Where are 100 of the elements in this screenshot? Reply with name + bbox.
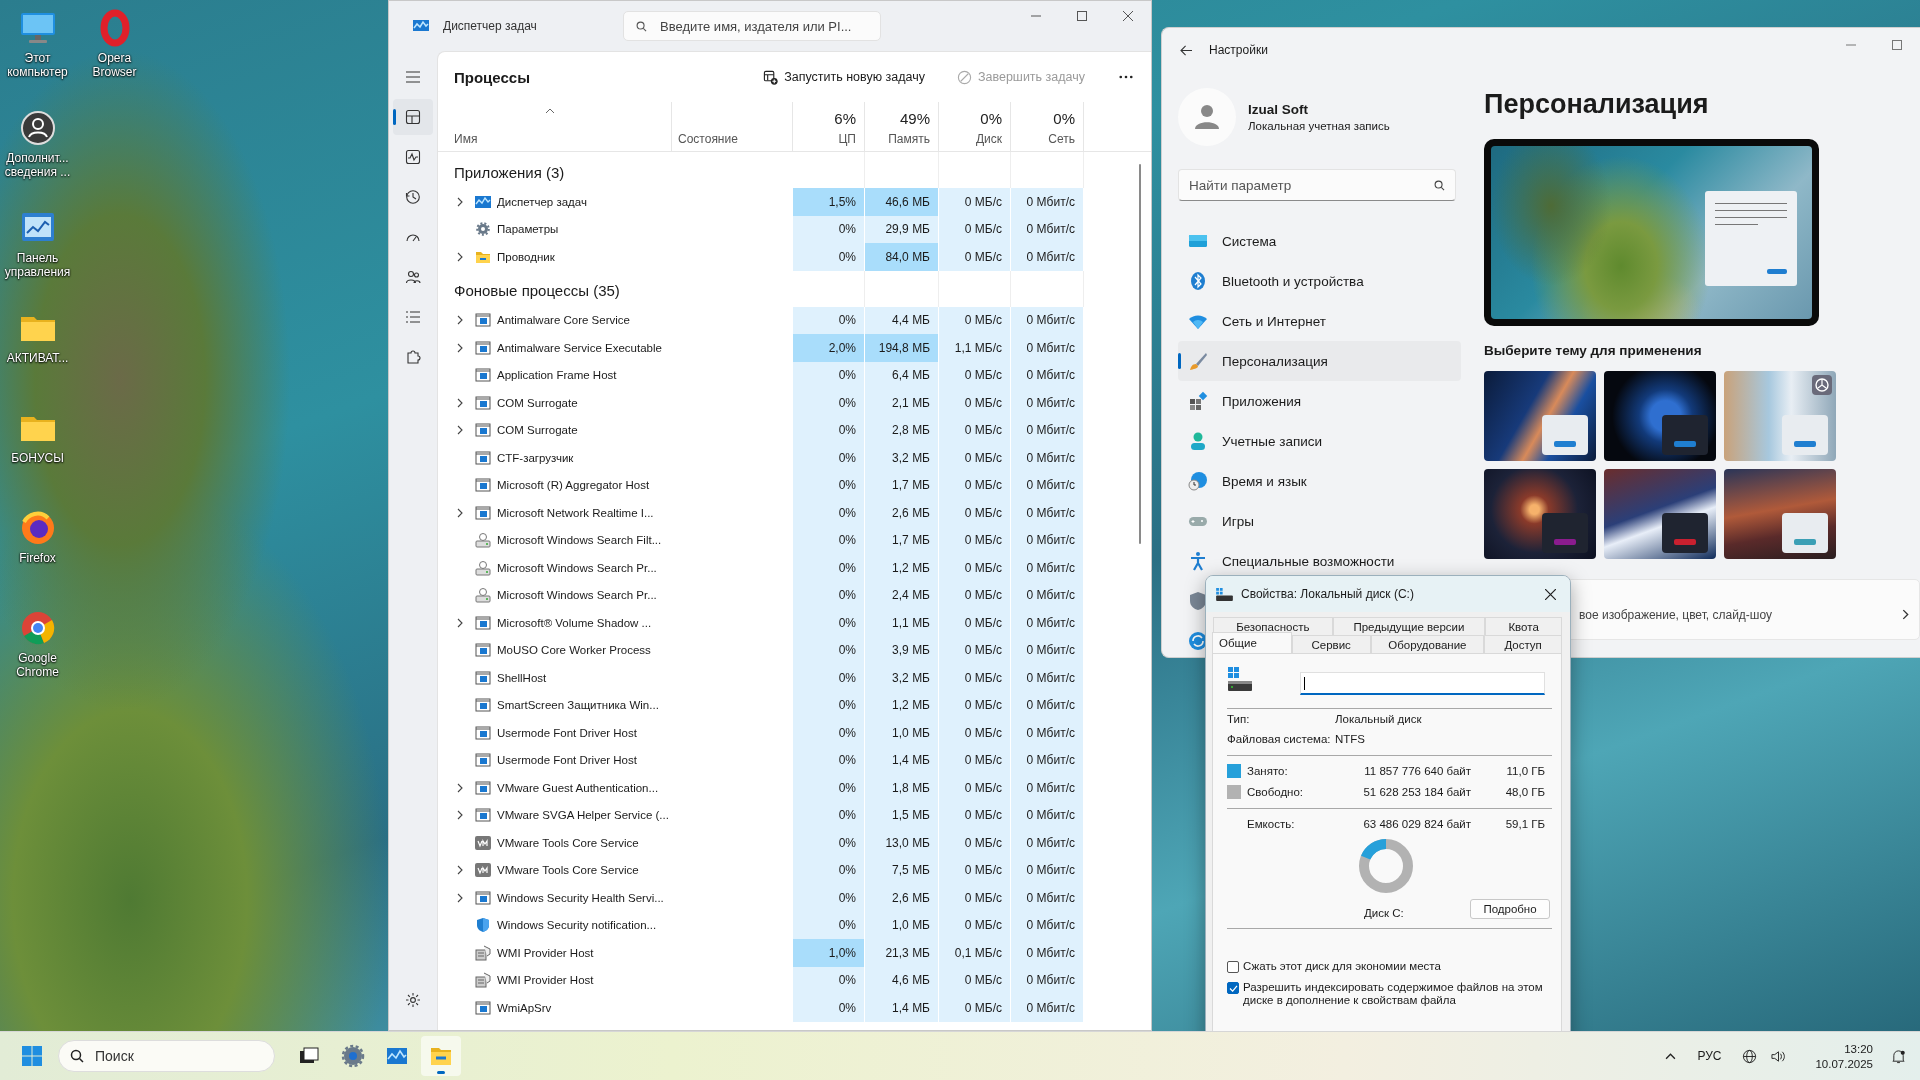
- process-name[interactable]: Antimalware Core Service: [497, 314, 630, 327]
- process-name[interactable]: VMware Guest Authentication...: [497, 781, 659, 794]
- search-field[interactable]: Найти параметр: [1178, 169, 1456, 201]
- chevron-icon[interactable]: [457, 342, 463, 353]
- nav-item[interactable]: Приложения: [1178, 381, 1461, 421]
- process-name[interactable]: Usermode Font Driver Host: [497, 754, 637, 767]
- desktop-icon-label[interactable]: Дополнит... сведения ...: [0, 151, 75, 179]
- process-name[interactable]: Параметры: [497, 223, 559, 236]
- chevron-icon[interactable]: [457, 425, 463, 436]
- desktop-icon-label[interactable]: Google Chrome: [0, 651, 75, 679]
- drive-name-field[interactable]: [1300, 672, 1545, 695]
- process-name[interactable]: WMI Provider Host: [497, 946, 594, 959]
- clock-date[interactable]: 10.07.2025: [1815, 1057, 1873, 1070]
- table-cell: 0 МБ/с: [939, 966, 1011, 994]
- nav-item[interactable]: Учетные записи: [1178, 421, 1461, 461]
- desktop-icon-label[interactable]: Opera Browser: [77, 51, 152, 79]
- processes-icon: [405, 109, 421, 125]
- new-task-icon: [763, 69, 779, 85]
- column-header[interactable]: Сеть: [1048, 132, 1075, 146]
- theme-thumbnail[interactable]: [1724, 371, 1836, 461]
- process-name[interactable]: Microsoft Network Realtime I...: [497, 506, 654, 519]
- process-name[interactable]: ShellHost: [497, 671, 547, 684]
- process-name[interactable]: Application Frame Host: [497, 369, 617, 382]
- column-header[interactable]: Диск: [975, 132, 1002, 146]
- process-name[interactable]: Проводник: [497, 250, 555, 263]
- process-name[interactable]: VMware Tools Core Service: [497, 864, 639, 877]
- process-name[interactable]: Microsoft (R) Aggregator Host: [497, 479, 650, 492]
- chevron-icon[interactable]: [457, 892, 463, 903]
- globe-icon[interactable]: [1742, 1048, 1758, 1064]
- process-name[interactable]: VMware SVGA Helper Service (...: [497, 809, 669, 822]
- chevron-icon[interactable]: [457, 865, 463, 876]
- desktop-icon-label[interactable]: АКТИВАТ...: [0, 351, 75, 365]
- theme-thumbnail[interactable]: [1724, 469, 1836, 559]
- theme-thumbnail[interactable]: [1604, 371, 1716, 461]
- process-name[interactable]: VMware Tools Core Service: [497, 836, 639, 849]
- desktop-icon-label[interactable]: Панель управления: [0, 251, 75, 279]
- process-name[interactable]: COM Surrogate: [497, 424, 578, 437]
- language-indicator[interactable]: РУС: [1697, 1049, 1722, 1063]
- details-button[interactable]: Подробно: [1470, 899, 1550, 919]
- chevron-icon[interactable]: [457, 782, 463, 793]
- tab[interactable]: Сервис: [1291, 635, 1371, 653]
- process-name[interactable]: Microsoft Windows Search Pr...: [497, 561, 657, 574]
- chevron-icon[interactable]: [457, 315, 463, 326]
- chevron-icon[interactable]: [457, 617, 463, 628]
- theme-thumbnail[interactable]: [1604, 469, 1716, 559]
- back-arrow-icon[interactable]: [1180, 44, 1193, 56]
- tab[interactable]: Общие: [1212, 632, 1292, 653]
- process-name[interactable]: Usermode Font Driver Host: [497, 726, 637, 739]
- nav-item[interactable]: Время и язык: [1178, 461, 1461, 501]
- processes-tab[interactable]: [393, 99, 433, 135]
- process-name[interactable]: SmartScreen Защитника Win...: [497, 699, 659, 712]
- desktop-icon-label[interactable]: Firefox: [0, 551, 75, 565]
- column-header[interactable]: Имя: [454, 132, 478, 146]
- tab[interactable]: Безопасность: [1213, 617, 1333, 635]
- column-header[interactable]: Состояние: [678, 132, 738, 146]
- nav-item[interactable]: Bluetooth и устройства: [1178, 261, 1461, 301]
- nav-item[interactable]: Игры: [1178, 501, 1461, 541]
- column-header[interactable]: ЦП: [838, 132, 856, 146]
- page-heading: Персонализация: [1484, 88, 1709, 121]
- chevron-icon[interactable]: [457, 251, 463, 262]
- nav-item[interactable]: Система: [1178, 221, 1461, 261]
- nav-item[interactable]: Сеть и Интернет: [1178, 301, 1461, 341]
- process-name[interactable]: WMI Provider Host: [497, 974, 594, 987]
- theme-thumbnail[interactable]: [1484, 371, 1596, 461]
- process-name[interactable]: Microsoft Windows Search Filt...: [497, 534, 662, 547]
- checkbox[interactable]: [1227, 961, 1239, 973]
- process-name[interactable]: CTF-загрузчик: [497, 451, 574, 464]
- nav-item[interactable]: Специальные возможности: [1178, 541, 1461, 581]
- scrollbar[interactable]: [1139, 164, 1141, 544]
- theme-thumbnail[interactable]: [1484, 469, 1596, 559]
- chevron-icon[interactable]: [457, 507, 463, 518]
- chevron-icon[interactable]: [457, 810, 463, 821]
- process-name[interactable]: Windows Security Health Servi...: [497, 891, 664, 904]
- desktop-icon-label[interactable]: Этот компьютер: [0, 51, 75, 79]
- run-new-task-button[interactable]: Запустить новую задачу: [755, 63, 933, 91]
- notification-bell-icon[interactable]: [1891, 1048, 1906, 1064]
- tab[interactable]: Предыдущие версии: [1332, 617, 1486, 635]
- process-name[interactable]: MoUSO Core Worker Process: [497, 644, 651, 657]
- chevron-icon[interactable]: [457, 196, 463, 207]
- process-name[interactable]: Microsoft® Volume Shadow ...: [497, 616, 652, 629]
- file-explorer-button[interactable]: [421, 1036, 461, 1076]
- field-label: Занято:: [1247, 764, 1289, 777]
- tab[interactable]: Оборудование: [1370, 635, 1485, 653]
- speaker-icon[interactable]: [1771, 1048, 1787, 1064]
- process-name[interactable]: Antimalware Service Executable: [497, 341, 662, 354]
- desktop-icon-label[interactable]: БОНУСЫ: [0, 451, 75, 465]
- search-field[interactable]: Поиск: [58, 1040, 275, 1072]
- process-name[interactable]: Диспетчер задач: [497, 195, 587, 208]
- column-header[interactable]: Память: [888, 132, 930, 146]
- process-name[interactable]: WmiApSrv: [497, 1001, 552, 1014]
- checkbox[interactable]: [1227, 982, 1239, 994]
- tab[interactable]: Квота: [1485, 617, 1562, 635]
- process-name[interactable]: COM Surrogate: [497, 396, 578, 409]
- nav-item[interactable]: Персонализация: [1178, 341, 1461, 381]
- process-name[interactable]: Microsoft Windows Search Pr...: [497, 589, 657, 602]
- chevron-icon[interactable]: [457, 397, 463, 408]
- tab[interactable]: Доступ: [1484, 635, 1562, 653]
- clock-time[interactable]: 13:20: [1844, 1042, 1873, 1055]
- process-name[interactable]: Windows Security notification...: [497, 919, 657, 932]
- search-field[interactable]: Введите имя, издателя или PI...: [623, 11, 881, 41]
